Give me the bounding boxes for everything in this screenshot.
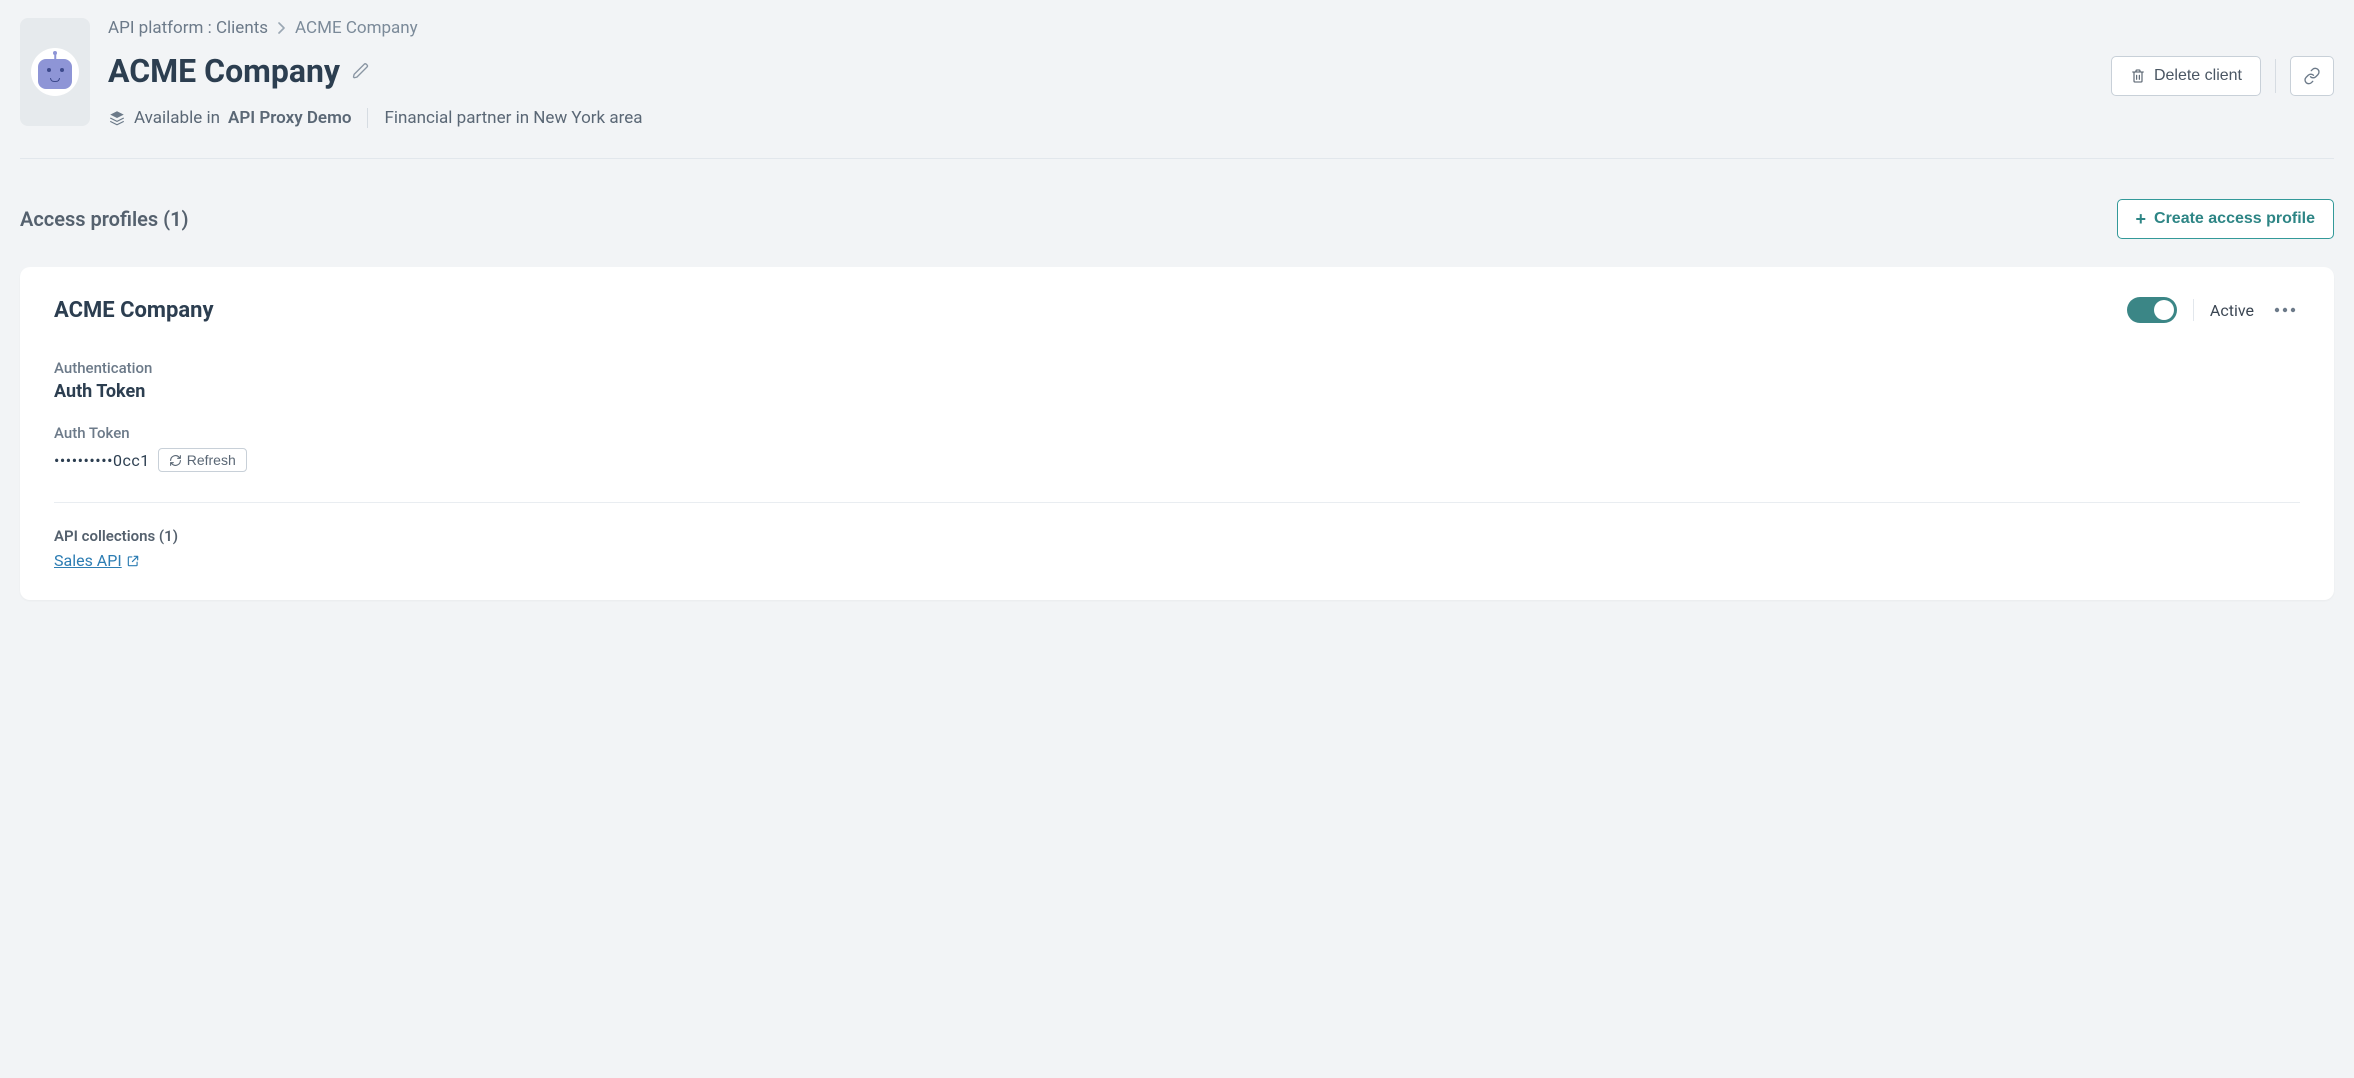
- robot-icon: [38, 59, 72, 89]
- divider: [367, 108, 368, 128]
- divider: [2275, 59, 2276, 93]
- page-title: ACME Company: [108, 52, 340, 90]
- external-link-icon: [126, 554, 140, 568]
- divider: [54, 502, 2300, 503]
- token-label: Auth Token: [54, 424, 2300, 442]
- client-description: Financial partner in New York area: [384, 108, 642, 128]
- breadcrumb-current: ACME Company: [295, 18, 418, 38]
- link-icon: [2303, 67, 2321, 85]
- status-label: Active: [2210, 301, 2254, 320]
- breadcrumb-root[interactable]: API platform : Clients: [108, 18, 268, 38]
- api-collection-link[interactable]: Sales API: [54, 551, 140, 570]
- available-label: Available in: [134, 108, 220, 128]
- divider: [2193, 299, 2194, 321]
- divider: [20, 158, 2334, 159]
- create-access-profile-button[interactable]: + Create access profile: [2117, 199, 2335, 239]
- edit-icon[interactable]: [352, 62, 370, 80]
- refresh-icon: [169, 454, 182, 467]
- available-target: API Proxy Demo: [228, 108, 351, 128]
- client-avatar: [20, 18, 90, 126]
- refresh-token-button[interactable]: Refresh: [158, 448, 247, 472]
- authentication-label: Authentication: [54, 359, 2300, 377]
- authentication-type: Auth Token: [54, 381, 2300, 402]
- token-value: ••••••••••0cc1: [54, 451, 150, 470]
- breadcrumb: API platform : Clients ACME Company: [108, 18, 2093, 38]
- api-collections-label: API collections (1): [54, 527, 2300, 545]
- section-title: Access profiles (1): [20, 207, 189, 231]
- plus-icon: +: [2136, 210, 2147, 228]
- layers-icon: [108, 109, 126, 127]
- delete-client-button[interactable]: Delete client: [2111, 56, 2261, 96]
- access-profile-card: ACME Company Active Authentication Auth …: [20, 267, 2334, 600]
- copy-link-button[interactable]: [2290, 56, 2334, 96]
- active-toggle[interactable]: [2127, 297, 2177, 323]
- trash-icon: [2130, 67, 2146, 85]
- chevron-right-icon: [278, 22, 285, 34]
- profile-name: ACME Company: [54, 298, 214, 323]
- more-icon[interactable]: [2270, 307, 2300, 313]
